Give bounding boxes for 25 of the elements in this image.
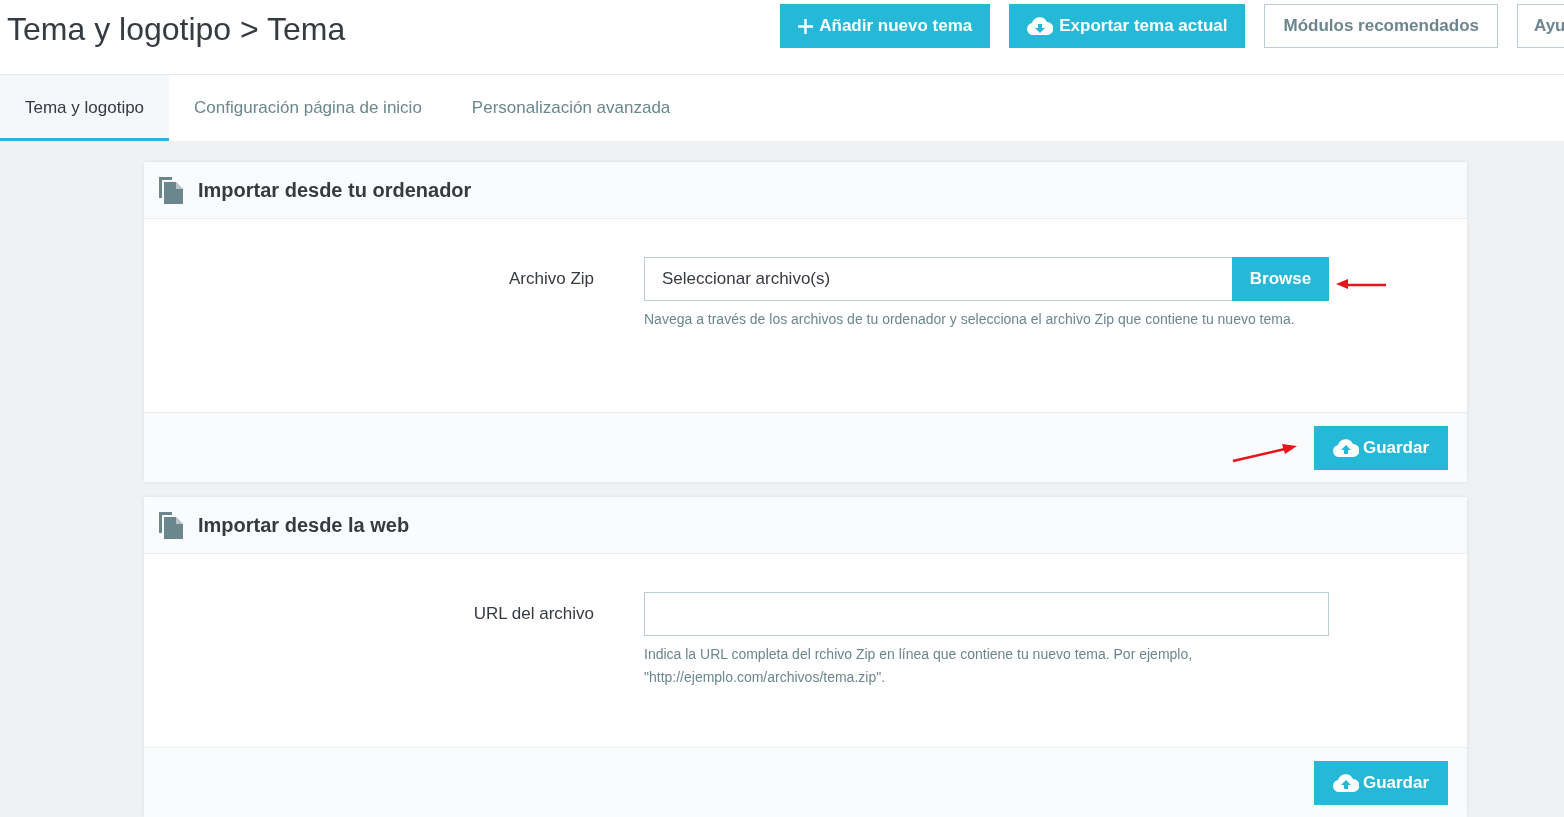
browse-button[interactable]: Browse (1232, 257, 1329, 301)
toolbar-button[interactable]: Módulos recomendados (1264, 4, 1498, 48)
toolbar-button[interactable]: Ayu (1517, 4, 1564, 48)
help-text: Navega a través de los archivos de tu ordenador y selecciona el archivo Zip que contiene tu nuevo tema. (644, 310, 1296, 329)
toolbar-button[interactable]: Exportar tema actual (1009, 4, 1246, 48)
url-field[interactable] (644, 592, 1329, 636)
panel-title: Importar desde la web (198, 513, 410, 537)
toolbar-button[interactable]: Añadir nuevo tema (780, 4, 991, 48)
cloud-download-icon (1027, 17, 1054, 35)
pointer-arrow-icon (1336, 279, 1386, 289)
field-label: URL del archivo (473, 603, 594, 625)
documents-icon (159, 511, 184, 539)
panel-title: Importar desde tu ordenador (198, 178, 472, 202)
cloud-upload-icon (1332, 773, 1359, 792)
page-title: Tema y logotipo > Tema (7, 11, 346, 48)
field-label: Archivo Zip (508, 268, 594, 290)
save-button[interactable]: Guardar (1314, 425, 1448, 470)
file-field[interactable]: Seleccionar archivo(s) (644, 257, 1232, 301)
plus-icon (798, 18, 814, 34)
tab[interactable]: Tema y logotipo (0, 75, 170, 141)
save-button[interactable]: Guardar (1314, 760, 1448, 805)
cloud-upload-icon (1332, 438, 1359, 457)
pointer-arrow-icon (1231, 441, 1297, 463)
help-text: Indica la URL completa del rchivo Zip en línea que contiene tu nuevo tema. Por ejemplo, "http://ejemplo.com/archivos/tema.zip". (644, 645, 1194, 687)
documents-icon (159, 176, 184, 204)
